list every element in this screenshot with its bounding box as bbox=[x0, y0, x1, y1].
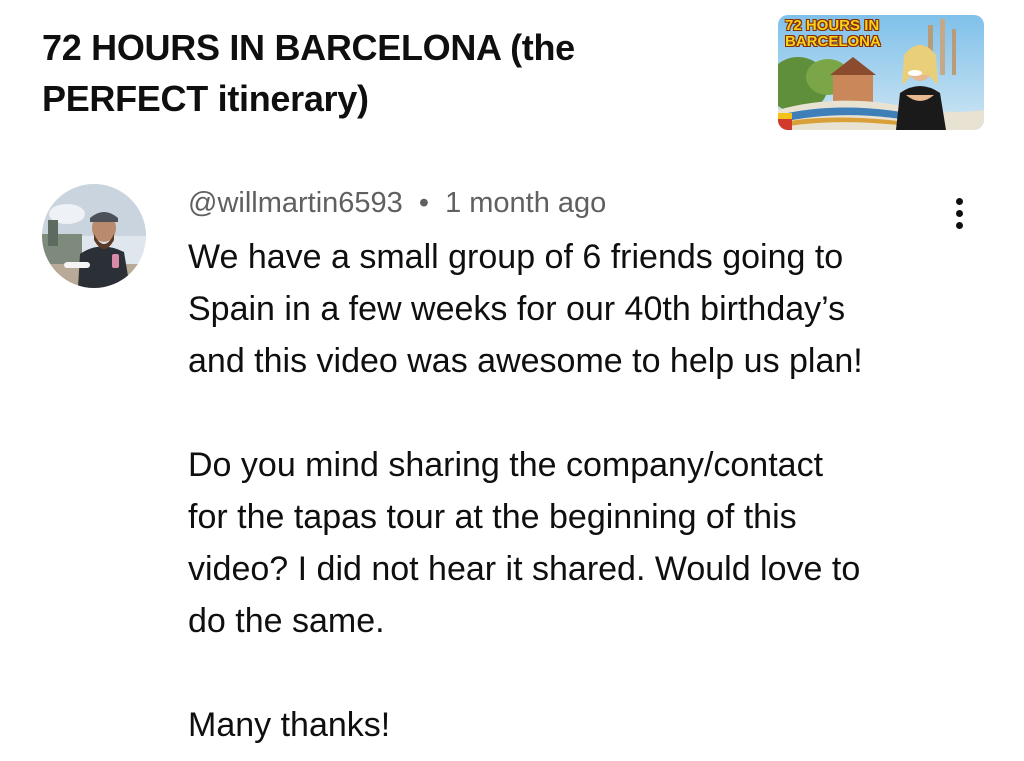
comment-timestamp[interactable]: 1 month ago bbox=[445, 187, 606, 219]
comment-paragraph: Do you mind sharing the company/contact … bbox=[188, 446, 861, 640]
comment-paragraph: We have a small group of 6 friends going… bbox=[188, 238, 863, 380]
comment-text: We have a small group of 6 friends going… bbox=[188, 231, 978, 751]
meta-separator: • bbox=[418, 187, 430, 219]
avatar[interactable] bbox=[42, 184, 146, 288]
menu-dot bbox=[956, 210, 963, 217]
thumbnail-caption: 72 HOURS IN BARCELONA bbox=[785, 17, 881, 50]
more-vertical-icon[interactable] bbox=[944, 194, 976, 234]
comment-paragraph: Many thanks! bbox=[188, 706, 391, 744]
menu-dot bbox=[956, 222, 963, 229]
video-title[interactable]: 72 HOURS IN BARCELONA (the PERFECT itine… bbox=[42, 22, 742, 124]
comment-header: @willmartin6593 • 1 month ago bbox=[188, 186, 606, 220]
comment-author[interactable]: @willmartin6593 bbox=[188, 187, 403, 219]
menu-dot bbox=[956, 198, 963, 205]
avatar-image bbox=[42, 184, 146, 288]
video-thumbnail[interactable]: 72 HOURS IN BARCELONA bbox=[778, 15, 984, 130]
